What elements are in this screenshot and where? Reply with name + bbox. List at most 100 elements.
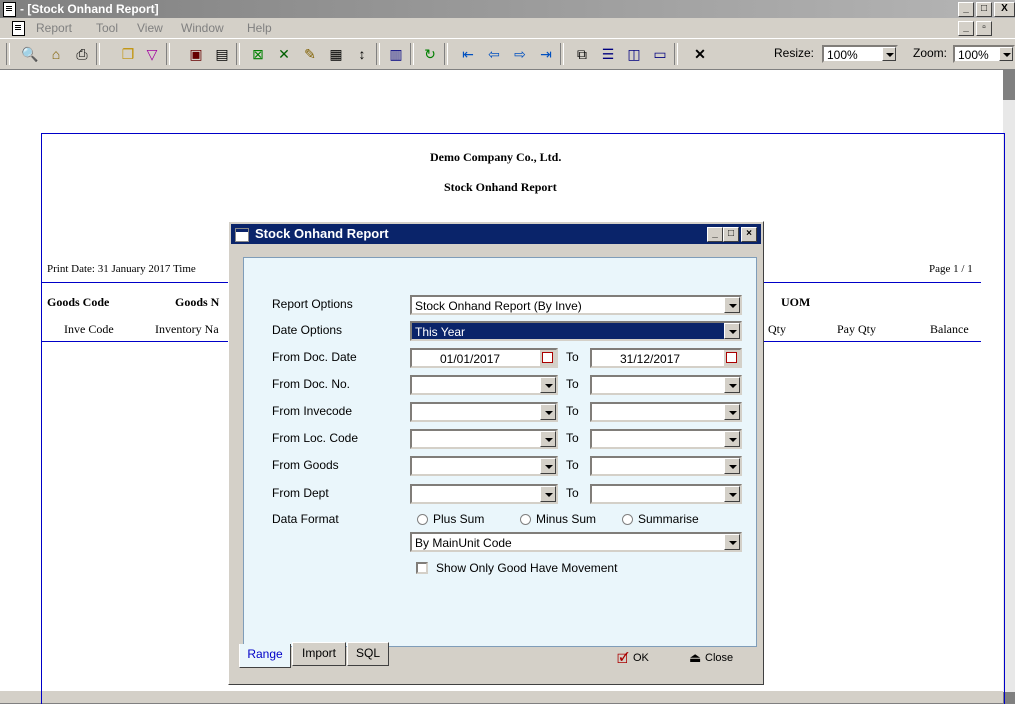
show-movement-label[interactable]: Show Only Good Have Movement [436,561,617,575]
dialog-minimize-button[interactable]: _ [707,227,723,242]
grid-icon[interactable]: ▦ [326,44,346,64]
minus-sum-label[interactable]: Minus Sum [536,512,596,526]
ok-button[interactable]: 🗹 OK [617,650,657,668]
chevron-down-icon[interactable] [540,377,556,393]
refresh-icon[interactable]: ↻ [420,44,440,64]
report-design-icon[interactable]: ▣ [186,44,206,64]
col-balance: Balance [930,322,969,336]
page-setup-icon[interactable]: ▤ [212,44,232,64]
report-options-select[interactable]: Stock Onhand Report (By Inve) [410,295,742,315]
calculator-icon[interactable]: ▥ [386,44,406,64]
dialog-maximize-button[interactable]: □ [723,227,739,242]
to-goods-select[interactable] [590,456,742,476]
two-pages-icon[interactable]: ◫ [624,44,644,64]
open-report-icon[interactable]: ⌂ [46,44,66,64]
close-window-button[interactable]: X [994,2,1015,17]
menu-help[interactable]: Help [247,21,272,35]
from-loc-code-select[interactable] [410,429,558,449]
row-height-icon[interactable]: ↕ [352,44,372,64]
minus-sum-radio[interactable] [520,514,531,525]
chevron-down-icon[interactable] [882,47,896,61]
next-page-icon[interactable]: ⇨ [510,44,530,64]
chevron-down-icon[interactable] [724,486,740,502]
from-doc-no-select[interactable] [410,375,558,395]
print-icon[interactable]: ⎙ [72,44,92,64]
menu-report[interactable]: Report [36,21,72,35]
to-doc-date-value: 31/12/2017 [620,352,681,366]
app-title-bar: - [Stock Onhand Report] _ □ X [0,0,1015,18]
col-uom: UOM [781,295,811,309]
filter-icon[interactable]: ▽ [142,44,162,64]
export-xls-icon[interactable]: ✕ [274,44,294,64]
tab-sql[interactable]: SQL [347,642,389,666]
date-options-select[interactable]: This Year [410,321,742,341]
from-doc-no-label: From Doc. No. [272,377,351,391]
first-page-icon[interactable]: ⇤ [458,44,478,64]
to-invecode-select[interactable] [590,402,742,422]
unit-code-select[interactable]: By MainUnit Code [410,532,742,552]
tab-import[interactable]: Import [292,642,346,666]
preview-search-icon[interactable]: 🔍 [20,44,40,64]
chevron-down-icon[interactable] [999,47,1013,61]
report-title: Stock Onhand Report [444,180,557,194]
to-dept-select[interactable] [590,484,742,504]
tab-range[interactable]: Range [239,644,291,668]
to-doc-date-field[interactable]: 31/12/2017 [590,348,742,368]
chevron-down-icon[interactable] [724,297,740,313]
minimize-button[interactable]: _ [958,2,974,17]
page-width-icon[interactable]: ☰ [598,44,618,64]
copy-icon[interactable]: ❐ [118,44,138,64]
chevron-down-icon[interactable] [724,458,740,474]
chevron-down-icon[interactable] [724,323,740,339]
from-doc-date-field[interactable]: 01/01/2017 [410,348,558,368]
calendar-icon[interactable] [540,350,556,366]
calendar-icon[interactable] [724,350,740,366]
chevron-down-icon[interactable] [540,431,556,447]
chevron-down-icon[interactable] [724,404,740,420]
close-preview-icon[interactable]: ✕ [690,44,710,64]
chevron-down-icon[interactable] [540,404,556,420]
from-invecode-label: From Invecode [272,404,353,418]
to-label: To [566,431,579,445]
dialog-close-button[interactable]: × [741,227,757,242]
child-restore-button[interactable]: ▫ [976,21,992,36]
plus-sum-radio[interactable] [417,514,428,525]
single-page-icon[interactable]: ▭ [650,44,670,64]
zoom-value: 100% [958,48,989,62]
pen-edit-icon[interactable]: ✎ [300,44,320,64]
summarise-label[interactable]: Summarise [638,512,699,526]
dialog-title-bar: Stock Onhand Report _ □ × [231,224,761,244]
chevron-down-icon[interactable] [724,377,740,393]
multi-page-icon[interactable]: ⧉ [572,44,592,64]
maximize-button[interactable]: □ [976,2,992,17]
to-label: To [566,458,579,472]
export-excel-icon[interactable]: ⊠ [248,44,268,64]
report-print-date: Print Date: 31 January 2017 Time [47,263,196,275]
previous-page-icon[interactable]: ⇦ [484,44,504,64]
child-minimize-button[interactable]: _ [958,21,974,36]
last-page-icon[interactable]: ⇥ [536,44,556,64]
zoom-select[interactable]: 100% [953,45,1015,63]
show-movement-checkbox[interactable] [416,562,428,574]
menu-tool[interactable]: Tool [96,21,118,35]
plus-sum-label[interactable]: Plus Sum [433,512,484,526]
chevron-down-icon[interactable] [724,431,740,447]
chevron-down-icon[interactable] [724,534,740,550]
close-button[interactable]: ⏏ Close [689,650,749,668]
to-loc-code-select[interactable] [590,429,742,449]
from-invecode-select[interactable] [410,402,558,422]
chevron-down-icon[interactable] [540,486,556,502]
to-label: To [566,486,579,500]
report-options-value: Stock Onhand Report (By Inve) [415,299,582,313]
to-label: To [566,404,579,418]
report-icon [235,228,249,242]
data-format-label: Data Format [272,512,339,526]
to-doc-no-select[interactable] [590,375,742,395]
summarise-radio[interactable] [622,514,633,525]
chevron-down-icon[interactable] [540,458,556,474]
menu-view[interactable]: View [137,21,163,35]
resize-select[interactable]: 100% [822,45,898,63]
from-dept-select[interactable] [410,484,558,504]
menu-window[interactable]: Window [181,21,224,35]
from-goods-select[interactable] [410,456,558,476]
